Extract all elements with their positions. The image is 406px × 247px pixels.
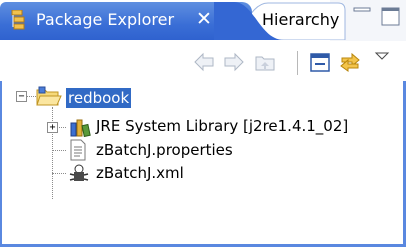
forward-arrow-icon[interactable]: [222, 50, 246, 74]
toolbar-separator: [297, 51, 298, 75]
tab-strip: Hierarchy Package Explorer ✕: [0, 0, 406, 41]
close-tab-icon[interactable]: ✕: [196, 8, 212, 30]
active-tab-curve: [214, 2, 284, 40]
tree-item-redbook[interactable]: − redbook: [16, 86, 216, 112]
maximize-icon[interactable]: [380, 6, 402, 28]
tab-package-explorer-label: Package Explorer: [36, 10, 175, 29]
view-menu-icon[interactable]: [372, 46, 392, 66]
minimize-icon[interactable]: [352, 6, 372, 22]
tree-item-jre-library[interactable]: + JRE System Library [j2re1.4.1_02]: [42, 114, 402, 140]
package-explorer-view: Hierarchy Package Explorer ✕ − redbook +…: [0, 0, 406, 247]
package-explorer-icon: [11, 10, 25, 30]
link-with-editor-icon[interactable]: [338, 50, 362, 74]
library-icon: [70, 119, 91, 137]
open-project-folder-icon: [36, 86, 62, 106]
tree-item-xml-file[interactable]: zBatchJ.xml: [42, 161, 342, 187]
tree-item-label: redbook: [66, 88, 132, 108]
tree-item-label: zBatchJ.properties: [96, 141, 233, 159]
collapse-toggle[interactable]: −: [16, 91, 27, 102]
back-arrow-icon[interactable]: [192, 50, 216, 74]
up-folder-icon[interactable]: [253, 50, 277, 74]
expand-toggle[interactable]: +: [47, 122, 58, 133]
properties-file-icon: [70, 139, 86, 161]
tree-item-label: zBatchJ.xml: [96, 164, 184, 182]
tree-item-label: JRE System Library [j2re1.4.1_02]: [96, 117, 349, 135]
xml-file-icon: [69, 164, 89, 181]
collapse-all-icon[interactable]: [308, 50, 332, 74]
